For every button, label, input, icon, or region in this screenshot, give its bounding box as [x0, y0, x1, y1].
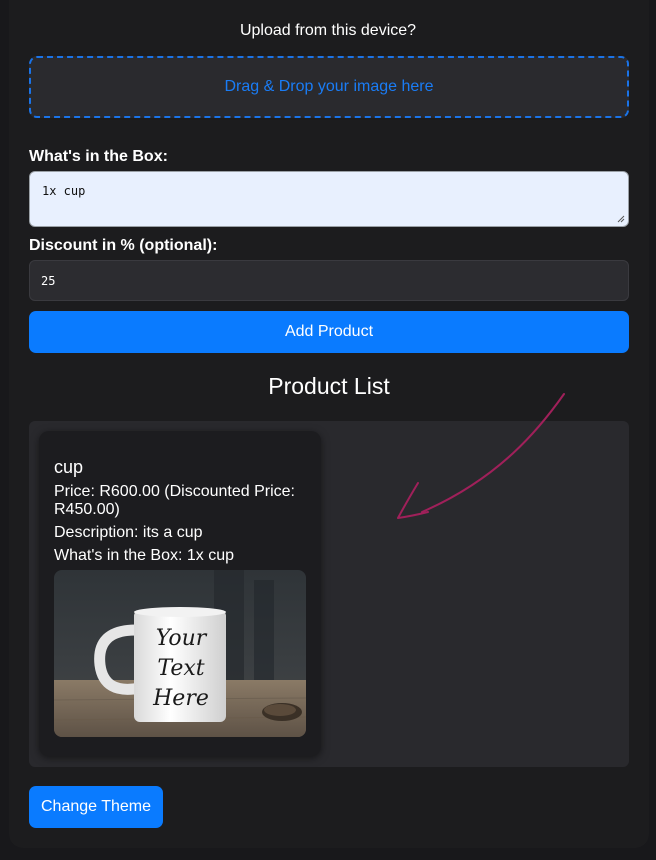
add-product-button[interactable]: Add Product: [29, 311, 629, 353]
mug-photo: Your Text Here: [54, 570, 306, 737]
mug-text-line-2: Text: [157, 656, 204, 681]
image-dropzone[interactable]: Drag & Drop your image here: [29, 56, 629, 118]
discount-input[interactable]: 25: [29, 260, 629, 301]
box-textarea-value: 1x cup: [42, 184, 86, 198]
discount-input-value: 25: [41, 273, 56, 288]
change-theme-label: Change Theme: [41, 798, 151, 815]
add-product-label: Add Product: [284, 323, 374, 340]
dropzone-text: Drag & Drop your image here: [224, 78, 434, 95]
discount-field-label: Discount in % (optional):: [29, 237, 218, 254]
product-box-contents: What's in the Box: 1x cup: [54, 547, 235, 564]
mug-text-line-1: Your: [156, 626, 208, 651]
box-field-label: What's in the Box:: [29, 148, 168, 165]
product-image: Your Text Here: [54, 570, 306, 737]
product-price: Price: R600.00 (Discounted Price: R450.0…: [54, 483, 295, 518]
resize-grip-icon[interactable]: [617, 215, 625, 223]
mug-text-line-3: Here: [152, 686, 209, 711]
box-textarea[interactable]: 1x cup: [29, 171, 629, 227]
change-theme-button[interactable]: Change Theme: [29, 786, 163, 828]
hand-drawn-arrow: [397, 393, 565, 519]
upload-label: Upload from this device?: [239, 22, 417, 39]
product-name: cup: [54, 457, 84, 477]
product-description: Description: its a cup: [54, 524, 203, 541]
